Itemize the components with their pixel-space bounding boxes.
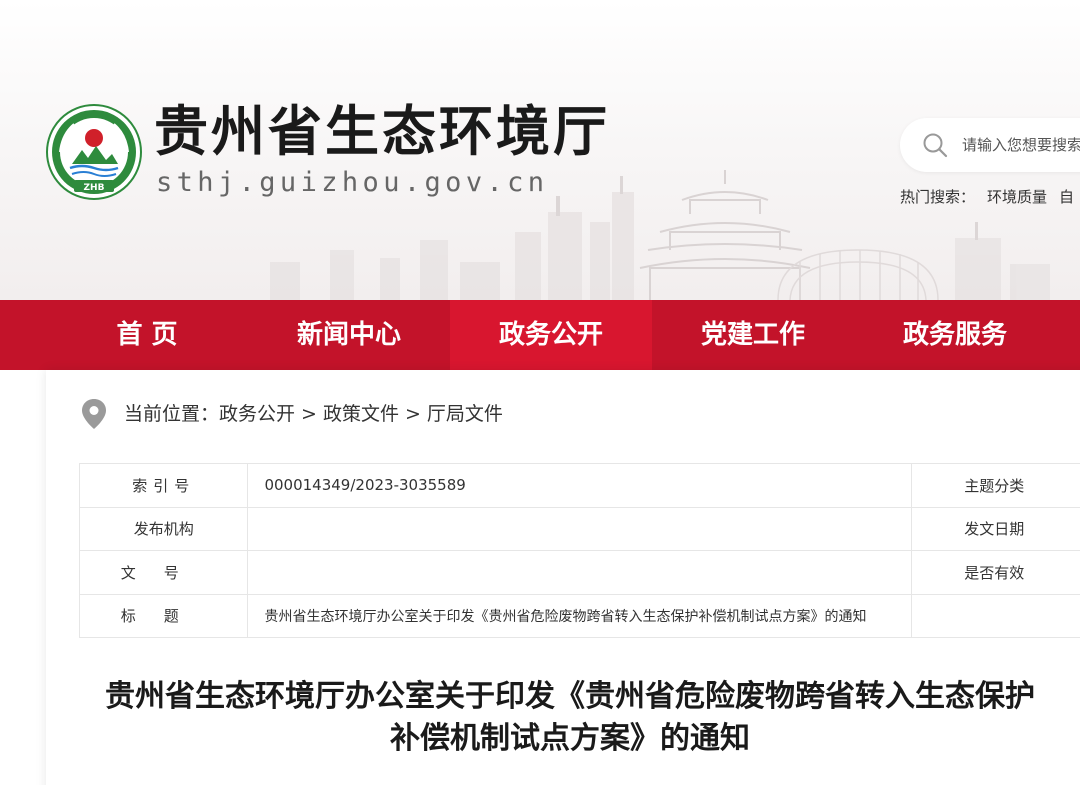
nav-item-services[interactable]: 政务服务 <box>854 300 1056 370</box>
nav-item-news[interactable]: 新闻中心 <box>248 300 450 370</box>
logo-text: ZHB <box>84 183 105 193</box>
meta-key-empty <box>911 593 1080 638</box>
hot-search-item[interactable]: 自 <box>1059 188 1074 206</box>
main-nav: 首 页 新闻中心 政务公开 党建工作 政务服务 <box>0 300 1080 370</box>
meta-value-doc-number <box>247 550 913 595</box>
hot-search: 热门搜索： 环境质量自 <box>900 186 1080 208</box>
search-input[interactable] <box>962 132 1080 158</box>
breadcrumb-separator: > <box>301 403 317 425</box>
meta-key-doc-number: 文号 <box>78 550 249 595</box>
article-title-line: 贵州省生态环境厅办公室关于印发《贵州省危险废物跨省转入生态保护 <box>105 679 1035 714</box>
zhb-emblem-logo: ZHB <box>46 104 142 200</box>
breadcrumb-item[interactable]: 政策文件 <box>323 403 399 425</box>
article-title: 贵州省生态环境厅办公室关于印发《贵州省危险废物跨省转入生态保护 补偿机制试点方案… <box>60 676 1080 760</box>
breadcrumb-prefix: 当前位置： <box>124 403 220 425</box>
hot-search-item[interactable]: 环境质量 <box>987 188 1047 206</box>
location-pin-icon <box>82 399 106 429</box>
meta-key-index: 索引号 <box>78 463 249 508</box>
nav-item-government-affairs[interactable]: 政务公开 <box>450 300 652 370</box>
nav-item-party-building[interactable]: 党建工作 <box>652 300 854 370</box>
meta-key-date: 发文日期 <box>911 506 1080 551</box>
site-title: 贵州省生态环境厅 <box>154 100 610 163</box>
meta-key-publisher: 发布机构 <box>78 506 249 551</box>
search-icon[interactable] <box>922 132 948 158</box>
nav-item-home[interactable]: 首 页 <box>46 300 248 370</box>
meta-key-title: 标题 <box>78 593 249 638</box>
hot-search-label: 热门搜索： <box>900 188 976 206</box>
meta-value-index: 000014349/2023-3035589 <box>247 463 913 508</box>
breadcrumb-item[interactable]: 厅局文件 <box>427 403 503 425</box>
search-box[interactable] <box>900 118 1080 172</box>
breadcrumb-item[interactable]: 政务公开 <box>219 403 295 425</box>
article-title-line: 补偿机制试点方案》的通知 <box>390 721 750 756</box>
document-metadata-table: 索引号 000014349/2023-3035589 主题分类 发布机构 发文日… <box>78 463 1080 638</box>
site-domain: sthj.guizhou.gov.cn <box>156 167 549 198</box>
table-row: 索引号 000014349/2023-3035589 主题分类 <box>78 463 1080 508</box>
site-header: ZHB 贵州省生态环境厅 sthj.guizhou.gov.cn 热门搜索： 环境… <box>0 0 1080 300</box>
table-row: 文号 是否有效 <box>78 550 1080 595</box>
table-row: 发布机构 发文日期 <box>78 506 1080 551</box>
breadcrumb-separator: > <box>404 403 421 425</box>
meta-value-title: 贵州省生态环境厅办公室关于印发《贵州省危险废物跨省转入生态保护补偿机制试点方案》… <box>247 593 913 638</box>
meta-key-topic: 主题分类 <box>911 463 1080 508</box>
breadcrumb: 当前位置：政务公开 > 政策文件 > 厅局文件 <box>124 396 509 432</box>
meta-key-valid: 是否有效 <box>911 550 1080 595</box>
meta-value-publisher <box>247 506 913 551</box>
table-row: 标题 贵州省生态环境厅办公室关于印发《贵州省危险废物跨省转入生态保护补偿机制试点… <box>78 593 1080 638</box>
